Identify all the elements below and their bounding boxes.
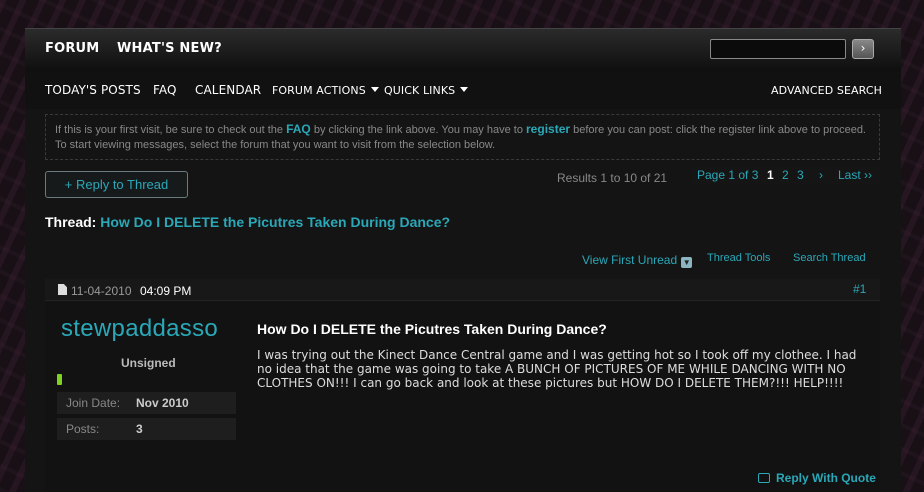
notice-text: If this is your first visit, be sure to … <box>55 124 287 136</box>
notice-faq-link[interactable]: FAQ <box>286 122 311 136</box>
post-username[interactable]: stewpaddasso <box>61 315 218 343</box>
calendar-link[interactable]: CALENDAR <box>195 83 261 97</box>
notice-text: by clicking the link above. You may have… <box>310 124 527 136</box>
posts-count-row: Posts: 3 <box>57 418 236 440</box>
join-date-key: Join Date: <box>66 396 121 410</box>
last-page-link[interactable]: Last ›› <box>838 168 872 182</box>
faq-link[interactable]: FAQ <box>153 83 177 97</box>
online-status-icon <box>57 374 62 385</box>
quick-links-menu[interactable]: QUICK LINKS <box>384 84 469 97</box>
reply-with-quote-button[interactable]: Reply With Quote <box>758 471 876 485</box>
thread-prefix: Thread: <box>45 214 97 230</box>
chevron-down-icon <box>370 87 379 92</box>
post-message: I was trying out the Kinect Dance Centra… <box>257 348 857 390</box>
quote-icon <box>758 473 770 483</box>
chevron-down-icon <box>460 87 469 92</box>
view-first-unread-label: View First Unread <box>582 253 678 267</box>
forum-actions-menu[interactable]: FORUM ACTIONS <box>272 84 379 97</box>
user-title: Unsigned <box>121 356 176 370</box>
posts-key: Posts: <box>66 422 100 436</box>
results-count: Results 1 to 10 of 21 <box>557 171 668 185</box>
post-date: 11-04-2010 <box>71 284 132 298</box>
next-page-icon[interactable]: › <box>819 168 823 182</box>
page-2[interactable]: 2 <box>782 168 789 182</box>
thread-tools-menu[interactable]: Thread Tools <box>707 252 770 264</box>
search-input[interactable] <box>710 39 846 59</box>
pagination: Page 1 of 3 1 2 3 › Last ›› <box>693 166 880 184</box>
search-button[interactable]: › <box>852 39 874 59</box>
view-first-unread-link[interactable]: View First Unread ▼ <box>582 253 693 268</box>
join-date-row: Join Date: Nov 2010 <box>57 392 236 414</box>
join-date-value: Nov 2010 <box>136 396 189 410</box>
tab-whats-new[interactable]: WHAT'S NEW? <box>117 41 222 56</box>
forum-actions-label: FORUM ACTIONS <box>272 84 366 97</box>
todays-posts-link[interactable]: TODAY'S POSTS <box>45 83 141 97</box>
page-1: 1 <box>767 168 774 182</box>
post-title: How Do I DELETE the Picutres Taken Durin… <box>257 321 607 337</box>
welcome-notice: If this is your first visit, be sure to … <box>45 114 880 160</box>
posts-value: 3 <box>136 422 143 436</box>
arrow-down-icon: ▼ <box>681 257 693 268</box>
post-number-link[interactable]: #1 <box>853 282 866 296</box>
reply-with-quote-label: Reply With Quote <box>776 471 876 485</box>
page-3[interactable]: 3 <box>797 168 804 182</box>
thread-heading: Thread: How Do I DELETE the Picutres Tak… <box>45 214 450 230</box>
tab-forum[interactable]: FORUM <box>45 41 99 56</box>
post-time: 04:09 PM <box>140 284 192 298</box>
reply-to-thread-button[interactable]: + Reply to Thread <box>45 171 188 198</box>
advanced-search-link[interactable]: ADVANCED SEARCH <box>771 84 882 97</box>
search-thread-menu[interactable]: Search Thread <box>793 252 866 264</box>
page-of-label[interactable]: Page 1 of 3 <box>697 168 758 182</box>
notice-register-link[interactable]: register <box>526 122 570 136</box>
thread-title[interactable]: How Do I DELETE the Picutres Taken Durin… <box>100 214 450 230</box>
quick-links-label: QUICK LINKS <box>384 84 456 97</box>
